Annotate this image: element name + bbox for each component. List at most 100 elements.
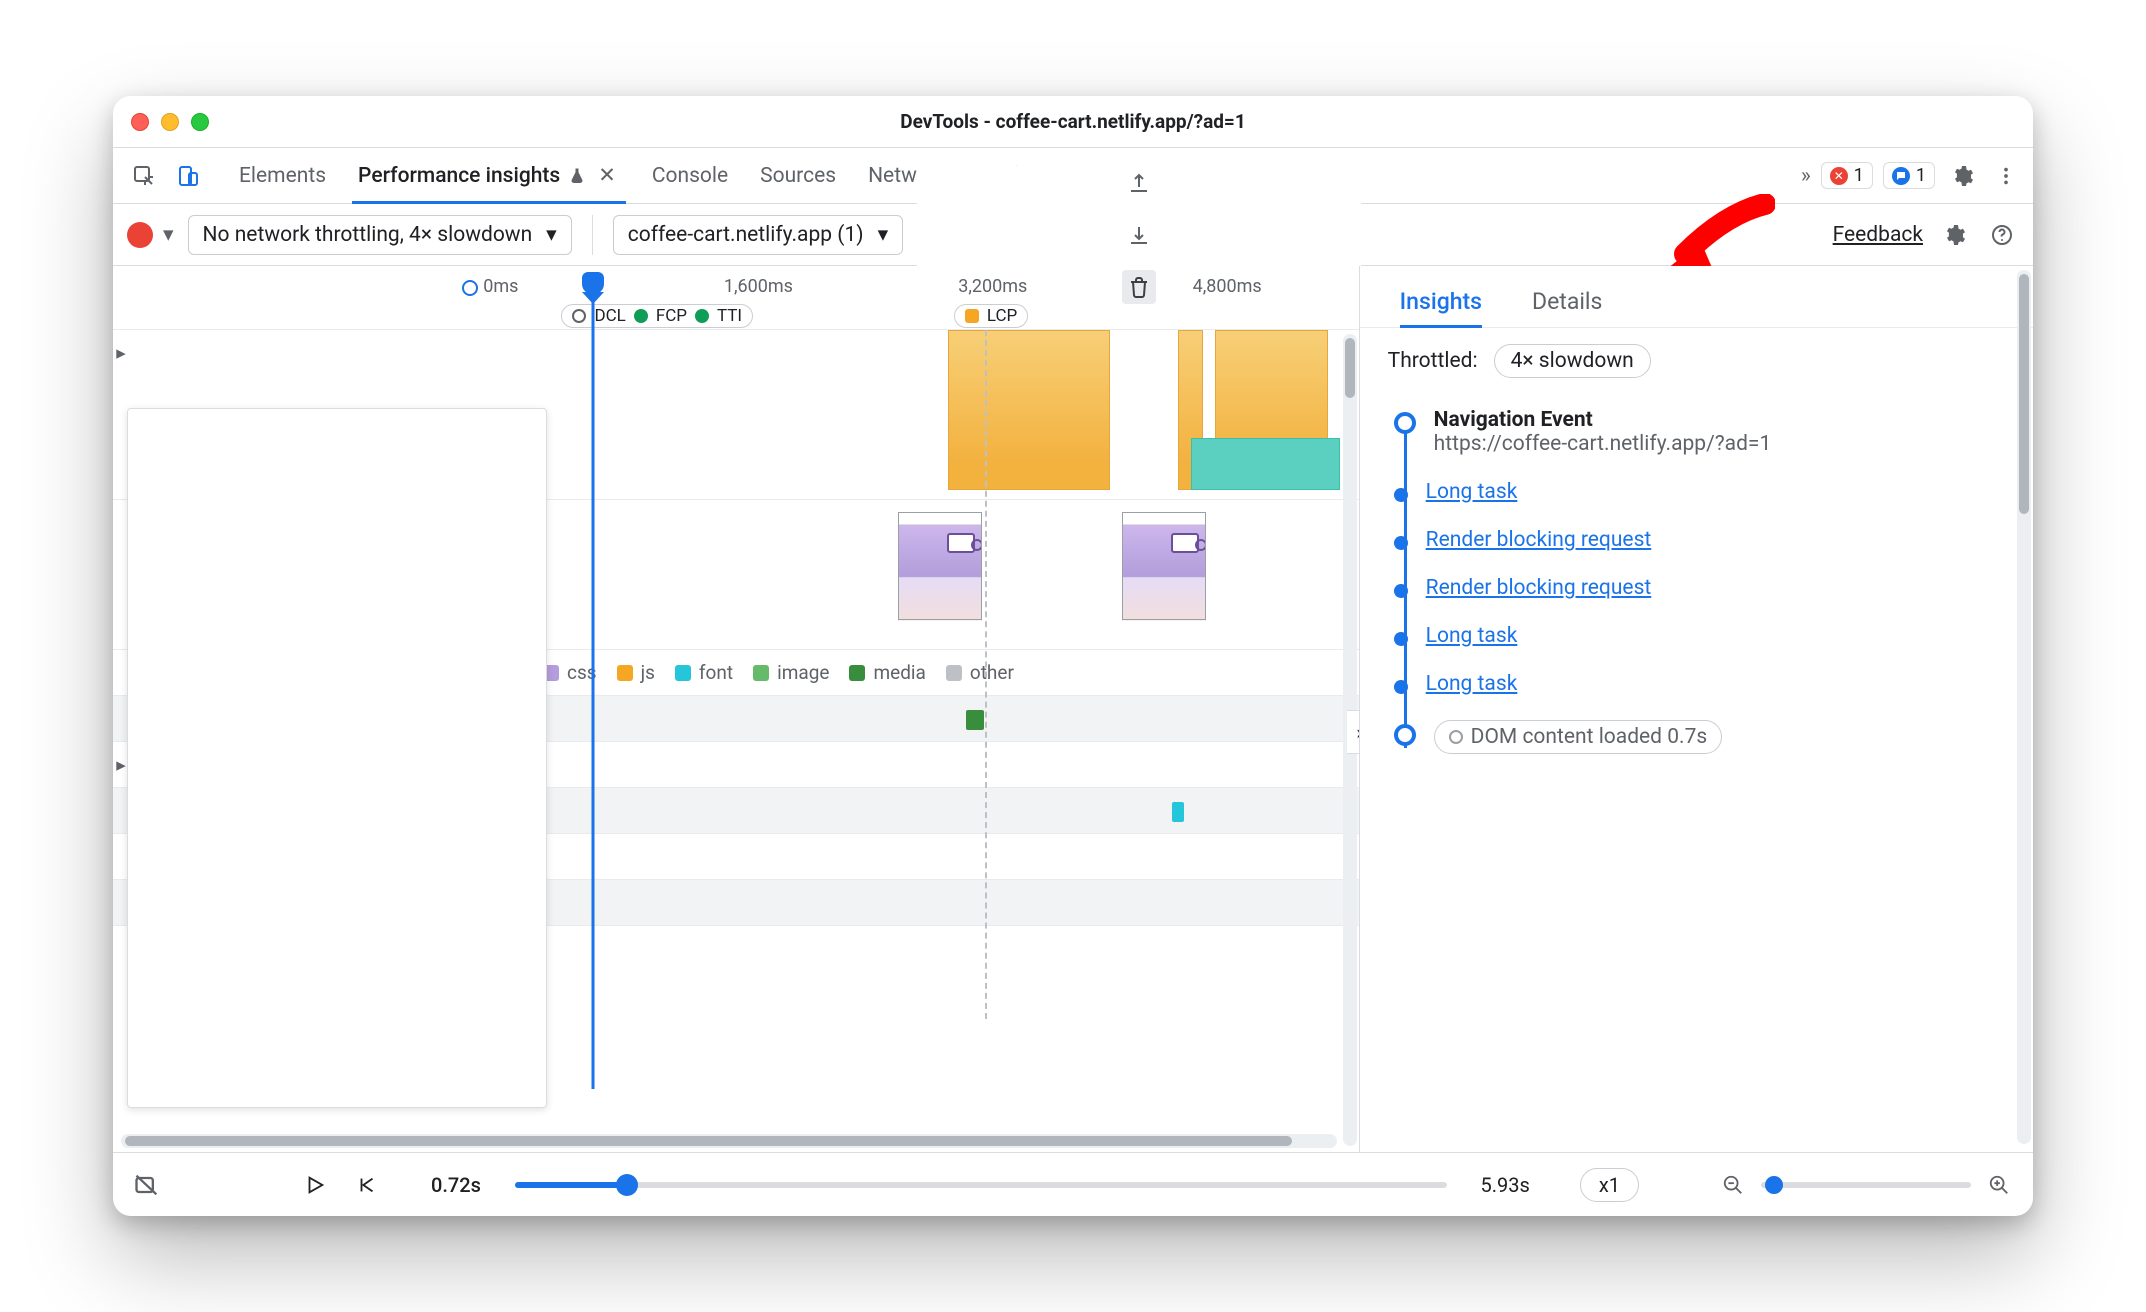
insight-navigation-event[interactable]: Navigation Event https://coffee-cart.net… [1394, 396, 2011, 468]
timeline-start-marker [462, 280, 478, 296]
scrollbar-thumb[interactable] [125, 1136, 1292, 1146]
throttling-select[interactable]: No network throttling, 4× slowdown ▾ [188, 215, 572, 255]
recording-select[interactable]: coffee-cart.netlify.app (1) ▾ [613, 215, 903, 255]
timeline-dot-icon [1394, 488, 1408, 502]
end-time-label: 5.93s [1481, 1173, 1530, 1197]
filmstrip-thumbnail[interactable] [898, 512, 982, 620]
zoom-slider[interactable] [1761, 1182, 1971, 1188]
feedback-link[interactable]: Feedback [1833, 223, 1923, 247]
legend-item: image [753, 661, 829, 684]
throttled-summary: Throttled: 4× slowdown [1360, 328, 2033, 386]
zoom-out-button[interactable] [1719, 1171, 1747, 1199]
recording-select-value: coffee-cart.netlify.app (1) [628, 223, 864, 247]
tab-sources[interactable]: Sources [754, 148, 842, 203]
message-count-badge[interactable]: 1 [1883, 162, 1935, 189]
insight-link[interactable]: Long task [1426, 672, 1518, 696]
horizontal-scrollbar[interactable] [121, 1134, 1337, 1148]
more-tabs-button[interactable]: » [1801, 164, 1811, 188]
dcl-pill[interactable]: DOM content loaded 0.7s [1434, 720, 1723, 754]
insight-item[interactable]: Long task [1394, 468, 2011, 516]
tab-label: Elements [239, 164, 326, 188]
insight-item[interactable]: Render blocking request [1394, 564, 2011, 612]
help-icon[interactable] [1985, 218, 2019, 252]
timeline-tracks[interactable]: ▸ css js font image media other ▸ [113, 330, 1359, 1152]
record-icon [127, 222, 153, 248]
tab-details[interactable]: Details [1532, 288, 1602, 327]
window-titlebar: DevTools - coffee-cart.netlify.app/?ad=1 [113, 96, 2033, 148]
insight-item[interactable]: Render blocking request [1394, 516, 2011, 564]
timeline-bullet-icon [1394, 724, 1416, 746]
filmstrip-thumbnail[interactable] [1122, 512, 1206, 620]
seek-start-button[interactable] [353, 1171, 381, 1199]
metric-chip-lcp[interactable]: LCP [954, 304, 1028, 328]
vertical-scrollbar[interactable] [2017, 270, 2031, 1144]
legend-item: css [543, 661, 597, 684]
request-bar [1172, 802, 1184, 822]
time-ruler[interactable]: 0ms 1,600ms 3,200ms 4,800ms DCL FCP T [113, 270, 1359, 330]
insight-item[interactable]: Long task [1394, 612, 2011, 660]
request-bar [966, 710, 983, 730]
tab-label: Performance insights [358, 164, 560, 188]
error-count-badge[interactable]: ✕ 1 [1821, 162, 1873, 189]
right-panel-toggle[interactable]: › [1347, 710, 1359, 754]
import-icon[interactable] [1122, 218, 1156, 252]
chip-label: FCP [656, 306, 687, 326]
timeline-dot-icon [1394, 680, 1408, 694]
zoom-knob[interactable] [1765, 1176, 1783, 1194]
toolbar-divider [592, 215, 593, 255]
toggle-replay-icon[interactable] [133, 1171, 161, 1199]
playhead-line [591, 294, 594, 1089]
kebab-menu-icon[interactable] [1989, 159, 2023, 193]
slider-knob[interactable] [616, 1174, 638, 1196]
inspect-element-icon[interactable] [127, 159, 161, 193]
chevron-down-icon: ▾ [878, 222, 889, 247]
insight-link[interactable]: Long task [1426, 624, 1518, 648]
tab-elements[interactable]: Elements [233, 148, 332, 203]
ring-icon [1449, 730, 1463, 744]
window-close-button[interactable] [131, 113, 149, 131]
record-button[interactable]: ▾ [127, 222, 174, 248]
message-count: 1 [1916, 165, 1926, 186]
main-area: 0ms 1,600ms 3,200ms 4,800ms DCL FCP T [113, 266, 2033, 1152]
throttling-select-value: No network throttling, 4× slowdown [203, 223, 533, 247]
record-menu-caret-icon[interactable]: ▾ [163, 222, 174, 247]
track-expand-caret-icon[interactable]: ▸ [113, 340, 129, 364]
insight-url: https://coffee-cart.netlify.app/?ad=1 [1434, 432, 2011, 456]
insight-link[interactable]: Render blocking request [1426, 576, 1652, 600]
legend-item: font [675, 661, 733, 684]
scrollbar-thumb[interactable] [1345, 338, 1355, 398]
window-zoom-button[interactable] [191, 113, 209, 131]
zoom-in-button[interactable] [1985, 1171, 2013, 1199]
tab-close-button[interactable]: ✕ [594, 161, 620, 190]
insight-title: Navigation Event [1434, 408, 2011, 432]
insight-link[interactable]: Render blocking request [1426, 528, 1652, 552]
export-icon[interactable] [1122, 166, 1156, 200]
device-toolbar-icon[interactable] [171, 159, 205, 193]
metric-chips: DCL FCP TTI LCP [113, 304, 1359, 332]
insight-link[interactable]: Long task [1426, 480, 1518, 504]
tab-label: Console [652, 164, 728, 188]
playhead-marker[interactable] [582, 272, 604, 294]
settings-gear-icon[interactable] [1945, 159, 1979, 193]
tab-console[interactable]: Console [646, 148, 734, 203]
experiment-flask-icon [568, 167, 586, 185]
scrollbar-thumb[interactable] [2019, 274, 2029, 514]
insight-item[interactable]: Long task [1394, 660, 2011, 708]
ruler-tick: 3,200ms [958, 276, 1027, 297]
panel-settings-icon[interactable] [1937, 218, 1971, 252]
tab-performance-insights[interactable]: Performance insights ✕ [352, 148, 626, 203]
chevron-right-icon: › [1356, 721, 1358, 744]
dot-icon [695, 309, 709, 323]
timeline-dot-icon [1394, 632, 1408, 646]
timeline-slider[interactable] [515, 1182, 1447, 1188]
throttled-pill[interactable]: 4× slowdown [1494, 344, 1651, 378]
throttled-label: Throttled: [1388, 349, 1478, 373]
window-minimize-button[interactable] [161, 113, 179, 131]
chip-label: TTI [717, 306, 742, 326]
tab-insights[interactable]: Insights [1400, 288, 1482, 327]
insight-dcl[interactable]: DOM content loaded 0.7s [1394, 708, 2011, 766]
play-button[interactable] [301, 1171, 329, 1199]
slider-fill [515, 1182, 627, 1188]
chip-label: DCL [594, 306, 625, 326]
playback-speed-button[interactable]: x1 [1580, 1168, 1639, 1202]
